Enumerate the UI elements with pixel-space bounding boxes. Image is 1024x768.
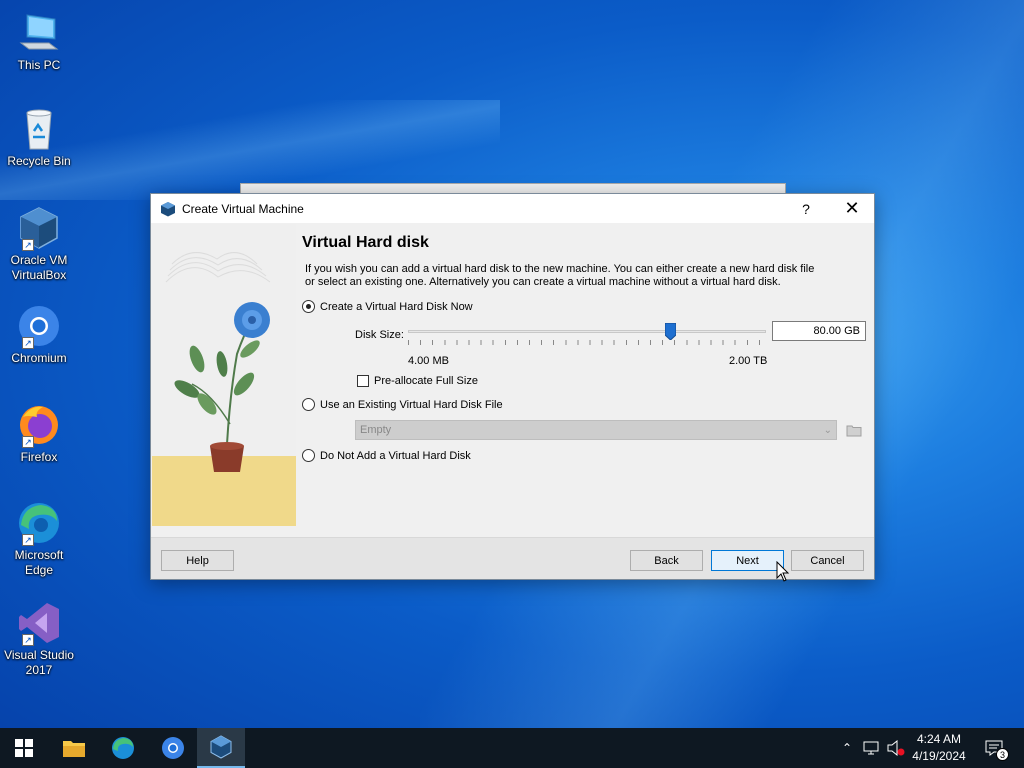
chevron-down-icon: ⌄ xyxy=(823,424,832,436)
help-title-button[interactable]: ? xyxy=(784,194,828,223)
virtualbox-icon: ↗ xyxy=(16,205,62,251)
option-create-now[interactable]: Create a Virtual Hard Disk Now xyxy=(302,300,473,313)
help-button[interactable]: Help xyxy=(161,550,234,571)
visual-studio-icon: ↗ xyxy=(16,600,62,646)
option-do-not-add[interactable]: Do Not Add a Virtual Hard Disk xyxy=(302,449,471,462)
folder-icon xyxy=(846,425,862,437)
shortcut-arrow-icon: ↗ xyxy=(22,436,34,448)
option-label: Do Not Add a Virtual Hard Disk xyxy=(320,449,471,462)
desktop-icon-label: This PC xyxy=(17,58,61,72)
slider-ticks xyxy=(408,340,766,345)
radio-do-not-add[interactable] xyxy=(302,449,315,462)
desktop-icon-label: Chromium xyxy=(11,351,67,365)
desktop-icon-label: Oracle VM VirtualBox xyxy=(10,253,68,282)
taskbar-clock[interactable]: 4:24 AM 4/19/2024 xyxy=(906,731,972,765)
disk-size-input[interactable] xyxy=(772,321,866,341)
chevron-up-icon[interactable]: ⌃ xyxy=(838,741,856,755)
taskbar-file-explorer[interactable] xyxy=(50,728,98,768)
disk-size-label: Disk Size: xyxy=(355,329,404,341)
radio-use-existing[interactable] xyxy=(302,398,315,411)
disk-size-max-label: 2.00 TB xyxy=(729,355,768,367)
system-tray: ⌃ xyxy=(838,728,906,768)
existing-disk-file-select[interactable]: Empty ⌄ xyxy=(355,420,837,440)
disk-size-min-label: 4.00 MB xyxy=(408,355,449,367)
virtualbox-icon xyxy=(161,201,175,216)
desktop-icon-recycle-bin[interactable]: Recycle Bin xyxy=(4,106,74,169)
disk-size-slider[interactable] xyxy=(408,322,766,348)
desktop-icon-this-pc[interactable]: This PC xyxy=(4,10,74,73)
option-label: Create a Virtual Hard Disk Now xyxy=(320,300,473,313)
desktop-icon-chromium[interactable]: ↗ Chromium xyxy=(4,303,74,366)
preallocate-label: Pre-allocate Full Size xyxy=(374,375,478,387)
clock-time: 4:24 AM xyxy=(916,732,962,746)
dialog-title: Create Virtual Machine xyxy=(182,201,304,216)
radio-create-now[interactable] xyxy=(302,300,315,313)
chromium-icon: ↗ xyxy=(16,303,62,349)
create-vm-dialog: Create Virtual Machine ? ✕ Virtual Hard … xyxy=(150,193,875,580)
firefox-icon: ↗ xyxy=(16,402,62,448)
network-icon[interactable] xyxy=(862,740,880,756)
this-pc-icon xyxy=(16,10,62,56)
desktop-icon-label: Firefox xyxy=(20,450,58,464)
clock-date: 4/19/2024 xyxy=(912,749,966,763)
choose-disk-file-button[interactable] xyxy=(844,420,864,440)
volume-muted-icon[interactable] xyxy=(886,740,906,756)
slider-track xyxy=(408,330,766,333)
recycle-bin-icon xyxy=(16,106,62,152)
dialog-titlebar[interactable]: Create Virtual Machine ? ✕ xyxy=(151,194,874,223)
desktop-icon-label: Microsoft Edge xyxy=(14,548,64,577)
existing-disk-file-value: Empty xyxy=(360,424,392,436)
edge-icon: ↗ xyxy=(16,500,62,546)
virtualbox-icon xyxy=(210,735,232,759)
desktop-icon-label: Visual Studio 2017 xyxy=(4,648,74,677)
action-center-button[interactable]: 3 xyxy=(970,728,1018,768)
taskbar: ⌃ 4:24 AM 4/19/2024 3 xyxy=(0,728,1024,768)
shortcut-arrow-icon: ↗ xyxy=(22,634,34,646)
desktop-icon-virtualbox[interactable]: ↗ Oracle VM VirtualBox xyxy=(4,205,74,283)
page-description: If you wish you can add a virtual hard d… xyxy=(305,263,815,288)
option-use-existing[interactable]: Use an Existing Virtual Hard Disk File xyxy=(302,398,503,411)
edge-icon xyxy=(112,737,134,759)
preallocate-option[interactable]: Pre-allocate Full Size xyxy=(357,375,478,387)
shortcut-arrow-icon: ↗ xyxy=(22,337,34,349)
taskbar-chromium[interactable] xyxy=(149,728,197,768)
dialog-button-bar: Help Back Next Cancel xyxy=(151,537,874,579)
taskbar-virtualbox[interactable] xyxy=(197,728,245,768)
desktop-icon-label: Recycle Bin xyxy=(7,154,71,168)
start-icon xyxy=(15,739,33,757)
next-button[interactable]: Next xyxy=(711,550,784,571)
start-button[interactable] xyxy=(0,728,48,768)
back-button[interactable]: Back xyxy=(630,550,703,571)
mouse-cursor-icon xyxy=(776,561,790,582)
file-explorer-icon xyxy=(63,741,85,757)
cancel-button[interactable]: Cancel xyxy=(791,550,864,571)
desktop-icon-firefox[interactable]: ↗ Firefox xyxy=(4,402,74,465)
wizard-side-illustration xyxy=(152,224,296,526)
slider-handle[interactable] xyxy=(664,323,676,340)
option-label: Use an Existing Virtual Hard Disk File xyxy=(320,398,503,411)
taskbar-edge[interactable] xyxy=(99,728,147,768)
preallocate-checkbox[interactable] xyxy=(357,375,369,387)
page-title: Virtual Hard disk xyxy=(302,234,429,251)
shortcut-arrow-icon: ↗ xyxy=(22,534,34,546)
shortcut-arrow-icon: ↗ xyxy=(22,239,34,251)
chromium-icon xyxy=(162,737,184,759)
notification-count-badge: 3 xyxy=(996,748,1009,761)
desktop-icon-edge[interactable]: ↗ Microsoft Edge xyxy=(4,500,74,578)
close-button[interactable]: ✕ xyxy=(830,194,874,223)
desktop-icon-visual-studio[interactable]: ↗ Visual Studio 2017 xyxy=(4,600,74,678)
